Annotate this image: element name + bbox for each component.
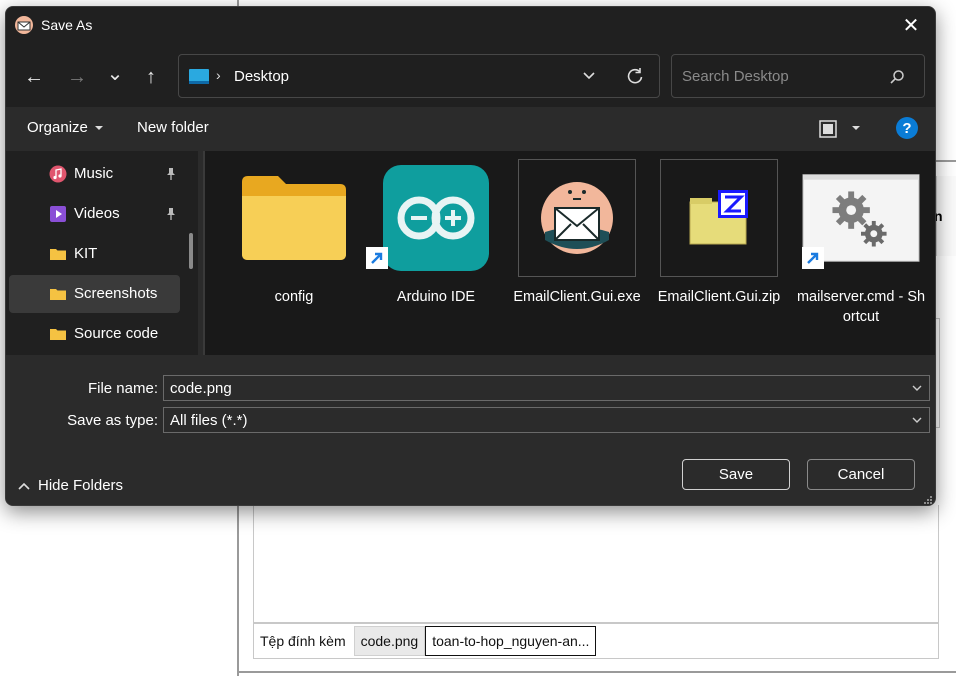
organize-menu[interactable]: Organize (27, 119, 104, 136)
dialog-title: Save As (41, 17, 93, 33)
file-name-value: code.png (170, 380, 232, 397)
save-as-dialog: Save As ✕ ← → ⌄ ↑ › Desktop Search Deskt… (5, 6, 936, 506)
email-client-icon (15, 16, 33, 34)
file-thumbnail (518, 159, 636, 277)
resize-grip-icon[interactable] (923, 495, 933, 505)
navigation-pane: Music Videos KIT Screenshots Source code (6, 151, 198, 355)
hide-folders-label: Hide Folders (38, 477, 124, 494)
arrow-right-icon: → (67, 65, 87, 88)
file-name: Arduino IDE (396, 289, 476, 305)
chevron-down-icon[interactable] (911, 382, 923, 394)
file-name: EmailClient.Gui.exe (513, 289, 641, 305)
file-thumbnail (660, 159, 778, 277)
new-folder-button[interactable]: New folder (137, 119, 209, 136)
background-divider (238, 671, 956, 673)
close-icon: ✕ (902, 14, 920, 37)
search-icon[interactable] (888, 68, 906, 86)
background-message-body[interactable] (253, 505, 939, 623)
attachment-chip[interactable]: code.png (353, 626, 426, 656)
navigation-bar: ← → ⌄ ↑ › Desktop Search Desktop (6, 43, 935, 107)
attachment-bar: Tệp đính kèm code.png toan-to-hop_nguyen… (253, 623, 939, 659)
recent-locations-button[interactable]: ⌄ (101, 59, 129, 87)
chevron-down-icon: ⌄ (106, 62, 124, 85)
refresh-icon[interactable] (625, 66, 645, 86)
sidebar-item-label: Videos (74, 205, 120, 222)
sidebar-item-screenshots[interactable]: Screenshots (9, 275, 180, 313)
file-item[interactable]: EmailClient.Gui.exe (512, 159, 642, 349)
cancel-button[interactable]: Cancel (807, 459, 915, 490)
dialog-titlebar: Save As ✕ (6, 7, 935, 43)
close-button[interactable]: ✕ (891, 7, 931, 43)
view-mode-icon[interactable] (818, 119, 838, 139)
arduino-icon (383, 165, 489, 271)
attachment-label: Tệp đính kèm (260, 633, 346, 649)
up-button[interactable]: ↑ (137, 63, 165, 91)
save-type-label: Save as type: (67, 412, 158, 429)
pin-icon[interactable] (164, 207, 178, 221)
caret-down-icon[interactable] (849, 121, 863, 135)
folder-icon (50, 289, 66, 300)
file-name-label: File name: (87, 380, 158, 397)
save-type-select[interactable]: All files (*.*) (163, 407, 930, 433)
arrow-left-icon: ← (24, 65, 44, 88)
shortcut-arrow-icon (802, 247, 824, 269)
attachment-chip[interactable]: toan-to-hop_nguyen-an... (425, 626, 597, 656)
chevron-down-icon[interactable] (581, 67, 597, 83)
file-item[interactable]: mailserver.cmd - Shortcut (796, 159, 926, 349)
file-thumbnail (235, 159, 353, 277)
file-name: config (274, 289, 314, 305)
file-item[interactable]: config (229, 159, 359, 349)
save-button[interactable]: Save (682, 459, 790, 490)
folder-icon (50, 329, 66, 340)
sidebar-item-label: Screenshots (74, 285, 158, 302)
file-item[interactable]: EmailClient.Gui.zip (654, 159, 784, 349)
caret-down-icon (95, 126, 104, 131)
search-input[interactable]: Search Desktop (671, 54, 925, 98)
sidebar-item-videos[interactable]: Videos (9, 195, 180, 233)
file-name: mailserver.cmd - Shortcut (796, 289, 926, 325)
video-icon (50, 206, 66, 222)
search-placeholder: Search Desktop (682, 68, 789, 85)
zip-archive-icon (689, 190, 748, 245)
organize-label: Organize (27, 119, 88, 136)
save-type-value: All files (*.*) (170, 412, 248, 429)
file-name: EmailClient.Gui.zip (657, 289, 781, 305)
breadcrumb-location[interactable]: Desktop (234, 68, 289, 85)
background-field-edge (936, 318, 940, 428)
breadcrumb-separator: › (216, 67, 221, 83)
sidebar-item-source-code[interactable]: Source code (9, 315, 180, 353)
folder-icon (242, 176, 346, 260)
music-icon (49, 165, 67, 183)
shortcut-arrow-icon (366, 247, 388, 269)
chevron-down-icon[interactable] (911, 414, 923, 426)
folder-icon (50, 249, 66, 260)
forward-button[interactable]: → (63, 63, 91, 91)
save-options-panel: File name: code.png Save as type: All fi… (6, 355, 935, 505)
file-item[interactable]: Arduino IDE (366, 159, 501, 349)
arrow-up-icon: ↑ (146, 65, 156, 88)
navigation-scrollbar[interactable] (189, 233, 193, 269)
sidebar-item-label: Music (74, 165, 114, 182)
file-name-field[interactable]: code.png (163, 375, 930, 401)
back-button[interactable]: ← (20, 63, 48, 91)
sidebar-item-label: KIT (74, 245, 98, 262)
sidebar-item-label: Source code (74, 325, 159, 342)
address-bar[interactable]: › Desktop (178, 54, 660, 98)
file-thumbnail (377, 159, 495, 277)
hide-folders-button[interactable]: Hide Folders (18, 477, 123, 494)
email-client-icon (541, 182, 613, 254)
sidebar-item-kit[interactable]: KIT (9, 235, 180, 273)
sidebar-item-music[interactable]: Music (9, 155, 180, 193)
desktop-icon (189, 69, 209, 84)
chevron-up-icon (18, 482, 30, 490)
pin-icon[interactable] (164, 167, 178, 181)
command-bar: Organize New folder ? (6, 107, 935, 151)
help-icon[interactable]: ? (896, 117, 918, 139)
file-list: config Arduino IDE EmailClient.Gui.exe E… (205, 151, 935, 355)
